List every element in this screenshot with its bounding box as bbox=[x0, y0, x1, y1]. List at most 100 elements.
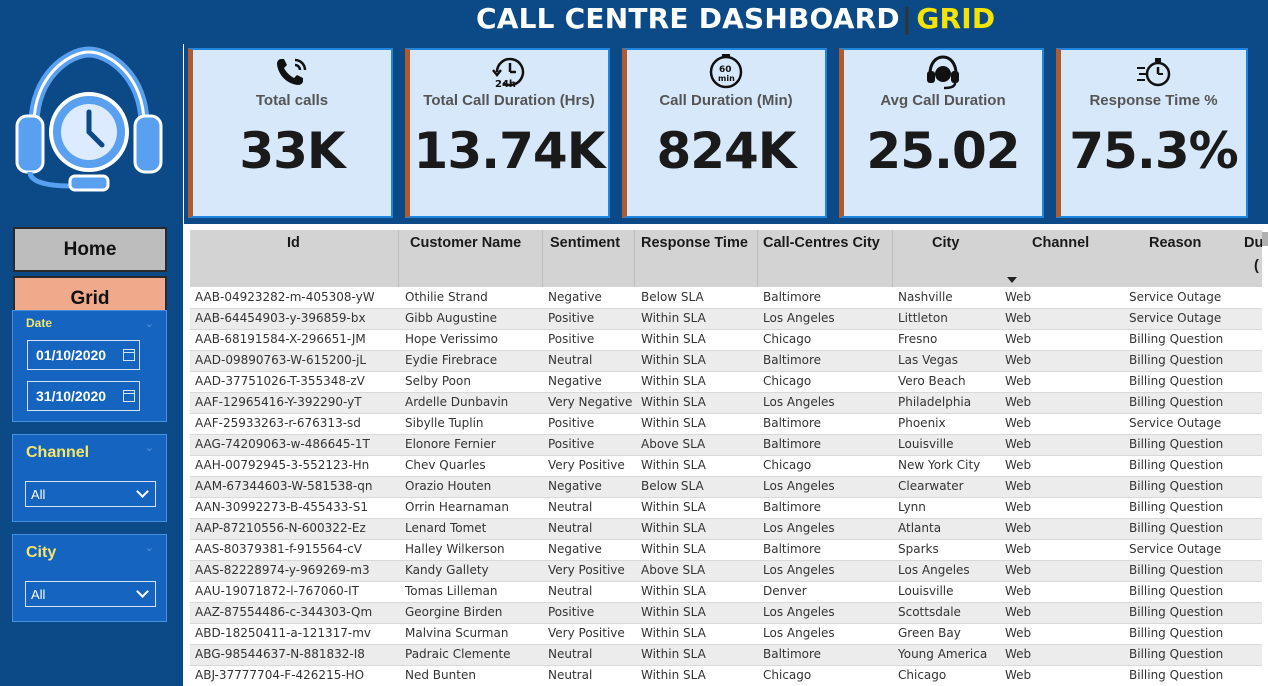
column-divider[interactable] bbox=[398, 230, 399, 287]
cell-call-centres-city: Baltimore bbox=[763, 500, 822, 514]
cell-customer-name: Selby Poon bbox=[405, 374, 471, 388]
svg-text:24h: 24h bbox=[495, 79, 516, 90]
cell-call-centres-city: Los Angeles bbox=[763, 521, 835, 535]
cell-sentiment: Positive bbox=[548, 605, 595, 619]
column-divider[interactable] bbox=[542, 230, 543, 287]
date-from-input[interactable]: 01/10/2020 bbox=[27, 340, 140, 370]
column-header-customer-name[interactable]: Customer Name bbox=[410, 235, 521, 251]
cell-response-time: Within SLA bbox=[641, 584, 706, 598]
column-header-call-centres-city[interactable]: Call-Centres City bbox=[763, 235, 880, 251]
cell-city: Nashville bbox=[898, 290, 953, 304]
24h-clock-icon: 24h bbox=[492, 57, 525, 90]
cell-response-time: Within SLA bbox=[641, 353, 706, 367]
cell-call-centres-city: Baltimore bbox=[763, 353, 822, 367]
home-button[interactable]: Home bbox=[13, 227, 167, 272]
table-row[interactable]: ABD-18250411-a-121317-mv Malvina Scurman V… bbox=[190, 624, 1262, 645]
kpi-label: Call Duration (Min) bbox=[659, 92, 793, 109]
cell-sentiment: Very Negative bbox=[548, 395, 633, 409]
table-row[interactable]: ABG-98544637-N-881832-I8 Padraic Clemente… bbox=[190, 645, 1262, 666]
cell-channel: Web bbox=[1005, 584, 1032, 598]
column-header-reason[interactable]: Reason bbox=[1149, 235, 1201, 251]
cell-reason: Billing Question bbox=[1129, 521, 1224, 535]
date-to-input[interactable]: 31/10/2020 bbox=[27, 381, 140, 411]
calendar-icon[interactable] bbox=[123, 390, 135, 402]
sort-descending-icon[interactable] bbox=[1007, 277, 1017, 283]
column-divider[interactable] bbox=[634, 230, 635, 287]
cell-response-time: Within SLA bbox=[641, 416, 706, 430]
cell-channel: Web bbox=[1005, 479, 1032, 493]
date-slicer: Date ⌄ 01/10/2020 31/10/2020 bbox=[12, 310, 167, 422]
kpi-label: Response Time % bbox=[1089, 92, 1218, 109]
calendar-icon[interactable] bbox=[123, 349, 135, 361]
cell-response-time: Within SLA bbox=[641, 668, 706, 682]
table-header: Id Customer Name Sentiment Response Time… bbox=[190, 230, 1262, 287]
column-header-id[interactable]: Id bbox=[287, 235, 300, 251]
cell-channel: Web bbox=[1005, 416, 1032, 430]
cell-city: Philadelphia bbox=[898, 395, 972, 409]
table-row[interactable]: AAB-68191584-X-296651-JM Hope Verissimo Po… bbox=[190, 330, 1262, 351]
cell-id: ABD-18250411-a-121317-mv bbox=[195, 626, 372, 640]
table-row[interactable]: AAZ-87554486-c-344303-Qm Georgine Birden P… bbox=[190, 603, 1262, 624]
cell-response-time: Below SLA bbox=[641, 479, 704, 493]
column-divider[interactable] bbox=[892, 230, 893, 287]
cell-city: Los Angeles bbox=[898, 563, 970, 577]
table-row[interactable]: AAN-30992273-B-455433-S1 Orrin Hearnaman N… bbox=[190, 498, 1262, 519]
table-row[interactable]: AAS-82228974-y-969269-m3 Kandy Gallety Ver… bbox=[190, 561, 1262, 582]
table-row[interactable]: AAM-67344603-W-581538-qn Orazio Houten Neg… bbox=[190, 477, 1262, 498]
kpi-card-total-call-duration-hrs: 24h Total Call Duration (Hrs) 13.74K bbox=[405, 48, 610, 218]
headset-icon bbox=[927, 55, 959, 90]
table-row[interactable]: AAG-74209063-w-486645-1T Elonore Fernier P… bbox=[190, 435, 1262, 456]
cell-channel: Web bbox=[1005, 353, 1032, 367]
kpi-card-total-calls: Total calls 33K bbox=[188, 48, 393, 218]
chevron-down-icon[interactable]: ⌄ bbox=[145, 541, 154, 554]
cell-call-centres-city: Los Angeles bbox=[763, 563, 835, 577]
vertical-scrollbar[interactable] bbox=[1262, 232, 1268, 246]
cell-reason: Billing Question bbox=[1129, 332, 1224, 346]
table-row[interactable]: AAH-00792945-3-552123-Hn Chev Quarles Very… bbox=[190, 456, 1262, 477]
column-header-city[interactable]: City bbox=[932, 235, 959, 251]
cell-response-time: Within SLA bbox=[641, 647, 706, 661]
cell-reason: Billing Question bbox=[1129, 395, 1224, 409]
cell-customer-name: Sibylle Tuplin bbox=[405, 416, 484, 430]
chevron-down-icon[interactable]: ⌄ bbox=[145, 441, 154, 454]
cell-reason: Billing Question bbox=[1129, 479, 1224, 493]
table-row[interactable]: AAS-80379381-f-915564-cV Halley Wilkerson… bbox=[190, 540, 1262, 561]
table-row[interactable]: AAD-37751026-T-355348-zV Selby Poon Negati… bbox=[190, 372, 1262, 393]
table-row[interactable]: AAB-64454903-y-396859-bx Gibb Augustine Po… bbox=[190, 309, 1262, 330]
cell-sentiment: Negative bbox=[548, 542, 602, 556]
cell-sentiment: Neutral bbox=[548, 500, 593, 514]
data-grid: Id Customer Name Sentiment Response Time… bbox=[190, 230, 1262, 686]
cell-city: Young America bbox=[898, 647, 988, 661]
cell-response-time: Within SLA bbox=[641, 500, 706, 514]
table-row[interactable]: ABJ-37777704-F-426215-HO Ned Bunten Neutra… bbox=[190, 666, 1262, 686]
cell-id: AAB-68191584-X-296651-JM bbox=[195, 332, 366, 346]
cell-sentiment: Neutral bbox=[548, 647, 593, 661]
table-row[interactable]: AAF-12965416-Y-392290-yT Ardelle Dunbavin… bbox=[190, 393, 1262, 414]
cell-response-time: Below SLA bbox=[641, 290, 704, 304]
column-header-duration[interactable]: Du bbox=[1244, 235, 1262, 251]
table-row[interactable]: AAD-09890763-W-615200-jL Eydie Firebrace N… bbox=[190, 351, 1262, 372]
city-dropdown[interactable]: All bbox=[25, 581, 156, 607]
cell-call-centres-city: Baltimore bbox=[763, 542, 822, 556]
column-divider[interactable] bbox=[757, 230, 758, 287]
table-row[interactable]: AAF-25933263-r-676313-sd Sibylle Tuplin Po… bbox=[190, 414, 1262, 435]
column-header-sentiment[interactable]: Sentiment bbox=[550, 235, 620, 251]
cell-sentiment: Very Positive bbox=[548, 626, 625, 640]
table-row[interactable]: AAB-04923282-m-405308-yW Othilie Strand Ne… bbox=[190, 288, 1262, 309]
cell-channel: Web bbox=[1005, 647, 1032, 661]
cell-id: AAG-74209063-w-486645-1T bbox=[195, 437, 370, 451]
table-row[interactable]: AAP-87210556-N-600322-Ez Lenard Tomet Neut… bbox=[190, 519, 1262, 540]
cell-response-time: Above SLA bbox=[641, 563, 706, 577]
channel-dropdown[interactable]: All bbox=[25, 481, 156, 507]
cell-customer-name: Orazio Houten bbox=[405, 479, 492, 493]
kpi-value: 75.3% bbox=[1069, 122, 1238, 180]
kpi-label: Total Call Duration (Hrs) bbox=[423, 92, 595, 109]
phone-icon bbox=[277, 58, 307, 85]
chevron-down-icon[interactable]: ⌄ bbox=[145, 317, 154, 330]
table-row[interactable]: AAU-19071872-l-767060-IT Tomas Lilleman Ne… bbox=[190, 582, 1262, 603]
column-header-response-time[interactable]: Response Time bbox=[641, 235, 748, 251]
cell-channel: Web bbox=[1005, 437, 1032, 451]
column-header-channel[interactable]: Channel bbox=[1032, 235, 1089, 251]
cell-channel: Web bbox=[1005, 374, 1032, 388]
cell-city: Green Bay bbox=[898, 626, 961, 640]
